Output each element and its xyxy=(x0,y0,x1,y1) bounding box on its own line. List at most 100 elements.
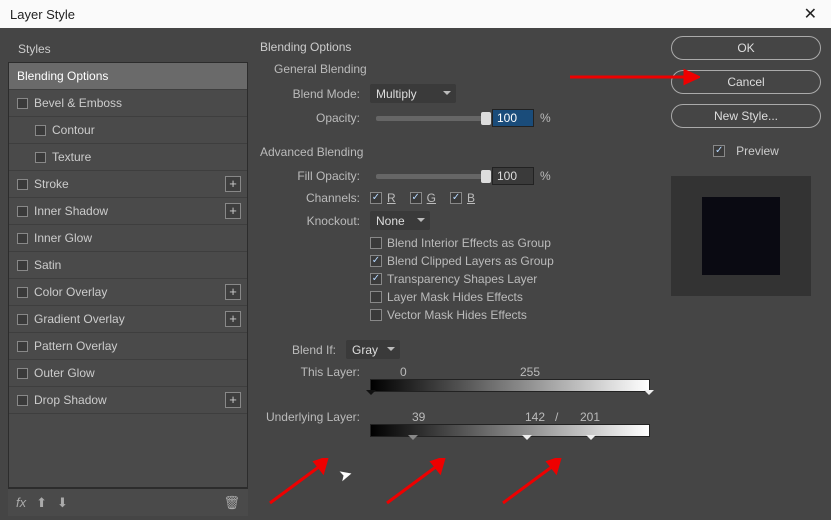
sidebar-item-label: Blending Options xyxy=(17,69,108,83)
add-effect-icon[interactable]: + xyxy=(225,284,241,300)
under-black-slider[interactable] xyxy=(408,435,418,445)
knockout-label: Knockout: xyxy=(260,214,360,228)
blend-interior-checkbox[interactable] xyxy=(370,237,382,249)
this-layer-label: This Layer: xyxy=(260,365,360,379)
fill-opacity-input[interactable] xyxy=(492,167,534,185)
new-style-button[interactable]: New Style... xyxy=(671,104,821,128)
style-checkbox[interactable] xyxy=(17,314,28,325)
sidebar-item-label: Gradient Overlay xyxy=(34,312,125,326)
close-icon[interactable]: ✕ xyxy=(798,4,823,24)
style-checkbox[interactable] xyxy=(17,368,28,379)
sidebar-item-label: Satin xyxy=(34,258,61,272)
fx-icon[interactable]: fx xyxy=(16,495,26,510)
sidebar-item-label: Pattern Overlay xyxy=(34,339,117,353)
sidebar-item[interactable]: Blending Options xyxy=(9,63,247,90)
sidebar-item-label: Drop Shadow xyxy=(34,393,107,407)
style-checkbox[interactable] xyxy=(17,260,28,271)
blend-mode-label: Blend Mode: xyxy=(260,87,360,101)
fill-opacity-unit: % xyxy=(540,169,551,183)
channel-r-label: R xyxy=(387,191,396,205)
knockout-select[interactable]: None xyxy=(370,211,430,230)
sidebar-item[interactable]: Color Overlay + xyxy=(9,279,247,306)
sidebar-item[interactable]: Bevel & Emboss xyxy=(9,90,247,117)
transparency-label: Transparency Shapes Layer xyxy=(387,272,537,286)
blend-clipped-label: Blend Clipped Layers as Group xyxy=(387,254,554,268)
sidebar-item-label: Bevel & Emboss xyxy=(34,96,122,110)
sidebar-item[interactable]: Pattern Overlay xyxy=(9,333,247,360)
add-effect-icon[interactable]: + xyxy=(225,392,241,408)
style-list: Blending Options Bevel & Emboss Contour Tex… xyxy=(8,62,248,488)
under-white-split-a[interactable] xyxy=(522,435,532,445)
style-checkbox[interactable] xyxy=(35,125,46,136)
underlying-gradient[interactable] xyxy=(370,424,650,437)
sidebar-item-label: Color Overlay xyxy=(34,285,107,299)
sidebar-item[interactable]: Satin xyxy=(9,252,247,279)
under-low-value: 39 xyxy=(412,410,425,424)
channel-r-checkbox[interactable] xyxy=(370,192,382,204)
sidebar-item[interactable]: Gradient Overlay + xyxy=(9,306,247,333)
blend-clipped-checkbox[interactable] xyxy=(370,255,382,267)
opacity-input[interactable] xyxy=(492,109,534,127)
fill-opacity-label: Fill Opacity: xyxy=(260,169,360,183)
vectormask-checkbox[interactable] xyxy=(370,309,382,321)
style-checkbox[interactable] xyxy=(17,98,28,109)
arrow-up-icon[interactable]: ⬆ xyxy=(36,495,47,511)
style-checkbox[interactable] xyxy=(17,287,28,298)
advanced-heading: Advanced Blending xyxy=(260,145,659,159)
ok-button[interactable]: OK xyxy=(671,36,821,60)
channel-b-checkbox[interactable] xyxy=(450,192,462,204)
style-checkbox[interactable] xyxy=(35,152,46,163)
this-layer-gradient[interactable] xyxy=(370,379,650,392)
opacity-label: Opacity: xyxy=(260,111,360,125)
preview-label: Preview xyxy=(736,144,779,158)
add-effect-icon[interactable]: + xyxy=(225,203,241,219)
style-checkbox[interactable] xyxy=(17,341,28,352)
this-low-value: 0 xyxy=(400,365,407,379)
opacity-unit: % xyxy=(540,111,551,125)
sidebar-item[interactable]: Inner Shadow + xyxy=(9,198,247,225)
cancel-button[interactable]: Cancel xyxy=(671,70,821,94)
add-effect-icon[interactable]: + xyxy=(225,311,241,327)
sidebar-item[interactable]: Inner Glow xyxy=(9,225,247,252)
sidebar-item-label: Outer Glow xyxy=(34,366,95,380)
channels-label: Channels: xyxy=(260,191,360,205)
channel-g-checkbox[interactable] xyxy=(410,192,422,204)
blend-mode-select[interactable]: Multiply xyxy=(370,84,456,103)
general-heading: General Blending xyxy=(274,62,659,76)
under-mid-value: 142 xyxy=(525,410,545,424)
arrow-down-icon[interactable]: ⬇ xyxy=(57,495,68,511)
sidebar-item[interactable]: Contour xyxy=(9,117,247,144)
sidebar-item-label: Inner Shadow xyxy=(34,204,108,218)
channel-b-label: B xyxy=(467,191,475,205)
this-high-value: 255 xyxy=(520,365,540,379)
blendif-select[interactable]: Gray xyxy=(346,340,400,359)
right-panel: OK Cancel New Style... Preview xyxy=(671,36,821,516)
under-white-split-b[interactable] xyxy=(586,435,596,445)
fill-opacity-slider[interactable] xyxy=(376,174,486,179)
transparency-checkbox[interactable] xyxy=(370,273,382,285)
vectormask-label: Vector Mask Hides Effects xyxy=(387,308,527,322)
style-checkbox[interactable] xyxy=(17,179,28,190)
layermask-label: Layer Mask Hides Effects xyxy=(387,290,523,304)
sidebar-title: Styles xyxy=(8,36,248,62)
annotation-arrow xyxy=(498,458,568,508)
this-black-slider[interactable] xyxy=(366,390,376,400)
under-slash: / xyxy=(555,410,558,424)
preview-checkbox[interactable] xyxy=(713,145,725,157)
style-checkbox[interactable] xyxy=(17,395,28,406)
sidebar-item[interactable]: Stroke+ xyxy=(9,171,247,198)
opacity-slider[interactable] xyxy=(376,116,486,121)
sidebar-item[interactable]: Outer Glow xyxy=(9,360,247,387)
annotation-arrow xyxy=(382,458,452,508)
sidebar-item-label: Contour xyxy=(52,123,95,137)
sidebar-item[interactable]: Drop Shadow + xyxy=(9,387,247,414)
trash-icon[interactable]: 🗑 xyxy=(223,495,240,511)
panel-heading: Blending Options xyxy=(260,40,659,54)
under-high-value: 201 xyxy=(580,410,600,424)
style-checkbox[interactable] xyxy=(17,233,28,244)
this-white-slider[interactable] xyxy=(644,390,654,400)
layermask-checkbox[interactable] xyxy=(370,291,382,303)
style-checkbox[interactable] xyxy=(17,206,28,217)
sidebar-item[interactable]: Texture xyxy=(9,144,247,171)
add-effect-icon[interactable]: + xyxy=(225,176,241,192)
